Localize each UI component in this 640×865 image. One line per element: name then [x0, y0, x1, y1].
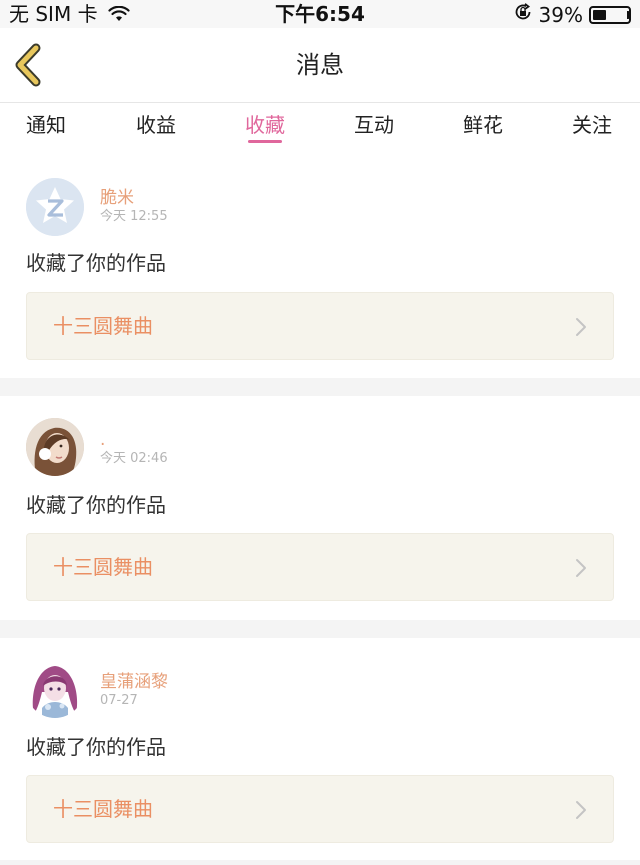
- username[interactable]: .: [100, 429, 105, 451]
- username[interactable]: 脆米: [100, 187, 134, 209]
- page-title: 消息: [296, 51, 344, 79]
- tab-bar: 通知 收益 收藏 互动 鲜花 关注: [0, 103, 640, 153]
- tab-earnings[interactable]: 收益: [136, 111, 176, 139]
- list-item: . 今天 02:46 收藏了你的作品 十三圆舞曲: [0, 396, 640, 620]
- tab-notifications[interactable]: 通知: [26, 111, 66, 139]
- work-link[interactable]: 十三圆舞曲: [26, 775, 614, 843]
- work-link[interactable]: 十三圆舞曲: [26, 533, 614, 601]
- message-time: 今天 02:46: [100, 451, 168, 466]
- tab-following[interactable]: 关注: [572, 111, 612, 139]
- user-photo-avatar-icon: [26, 418, 84, 476]
- status-bar-right: 39%: [513, 2, 631, 27]
- active-tab-indicator: [248, 140, 282, 143]
- battery-percent: 39%: [538, 2, 583, 27]
- avatar[interactable]: [26, 178, 84, 236]
- work-link[interactable]: 十三圆舞曲: [26, 292, 614, 360]
- chevron-right-icon: [576, 318, 586, 336]
- message-time: 07-27: [100, 693, 138, 708]
- battery-icon: [589, 5, 631, 24]
- separator: [0, 378, 640, 396]
- chevron-right-icon: [576, 801, 586, 819]
- status-bar: 无 SIM 卡 下午6:54 39%: [0, 0, 640, 28]
- list-item: 皇蒲涵黎 07-27 收藏了你的作品 十三圆舞曲: [0, 638, 640, 865]
- message-time: 今天 12:55: [100, 209, 168, 224]
- work-title: 十三圆舞曲: [53, 797, 153, 821]
- work-title: 十三圆舞曲: [53, 314, 153, 338]
- orientation-lock-icon: [513, 2, 533, 27]
- tab-flowers[interactable]: 鲜花: [463, 111, 503, 139]
- work-title: 十三圆舞曲: [53, 555, 153, 579]
- list-item: 脆米 今天 12:55 收藏了你的作品 十三圆舞曲: [0, 154, 640, 378]
- tab-interactions[interactable]: 互动: [354, 111, 394, 139]
- avatar[interactable]: [26, 418, 84, 476]
- separator: [0, 620, 640, 638]
- message-text: 收藏了你的作品: [26, 493, 166, 517]
- separator: [0, 860, 640, 865]
- tab-favorites[interactable]: 收藏: [245, 111, 285, 139]
- qq-default-avatar-icon: [26, 178, 84, 236]
- avatar[interactable]: [26, 660, 84, 718]
- anime-girl-avatar-icon: [26, 660, 84, 718]
- message-text: 收藏了你的作品: [26, 251, 166, 275]
- message-text: 收藏了你的作品: [26, 735, 166, 759]
- nav-bar: 消息: [0, 28, 640, 103]
- chevron-right-icon: [576, 559, 586, 577]
- username[interactable]: 皇蒲涵黎: [100, 671, 168, 693]
